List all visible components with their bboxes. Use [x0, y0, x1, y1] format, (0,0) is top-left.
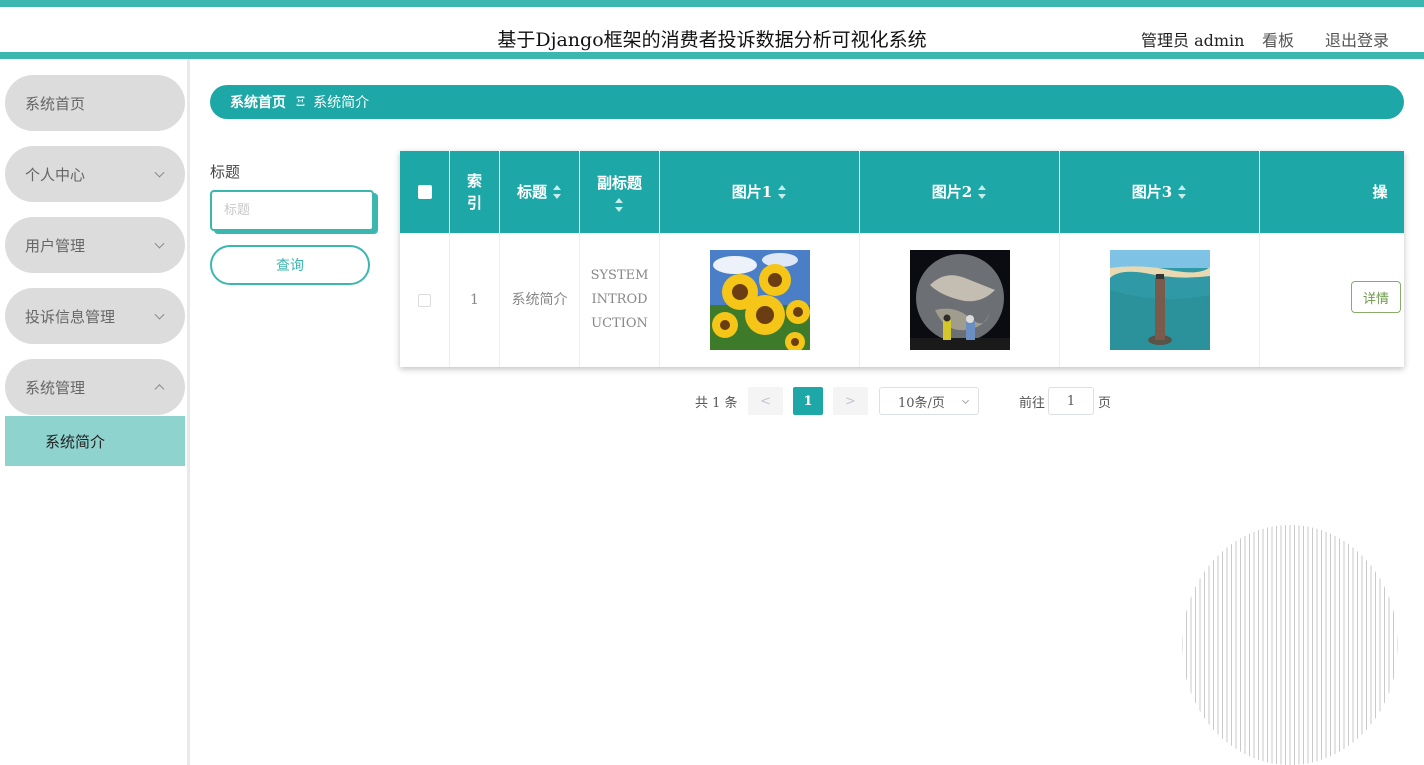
row-select-cell [400, 233, 450, 367]
column-header-pic3-label: 图片3 [1131, 183, 1173, 201]
pagination-page-1[interactable]: 1 [793, 387, 823, 415]
column-header-index-line2: 引 [466, 194, 482, 212]
sidebar-item-system-management[interactable]: 系统管理 [5, 359, 185, 415]
sidebar-item-label: 投诉信息管理 [25, 307, 116, 326]
page-size-select[interactable]: 10条/页 [879, 387, 979, 415]
data-table: 索 引 标题 副标题 图片1 图片2 图片3 操 1 系统简介 SYSTEM I… [400, 151, 1404, 367]
goto-page-input[interactable] [1048, 387, 1094, 415]
breadcrumb-separator-icon: Ξ [296, 94, 306, 110]
column-header-action-label: 操 [1372, 183, 1388, 201]
column-header-pic1-label: 图片1 [731, 183, 773, 201]
sidebar-item-home[interactable]: 系统首页 [5, 75, 185, 131]
chevron-up-icon [154, 384, 165, 395]
breadcrumb: 系统首页 Ξ 系统简介 [210, 85, 1404, 119]
chevron-down-icon [154, 309, 165, 320]
search-title-label: 标题 [210, 163, 241, 181]
search-button[interactable]: 查询 [210, 245, 370, 285]
row-title: 系统简介 [500, 233, 580, 367]
current-user-label: 管理员 admin [1141, 31, 1245, 50]
select-all-checkbox[interactable] [417, 185, 432, 199]
sunflower-image[interactable] [709, 250, 810, 350]
pagination-prev-button[interactable]: < [748, 387, 783, 415]
column-header-title[interactable]: 标题 [500, 151, 580, 233]
select-all-cell [400, 151, 450, 233]
row-subtitle: SYSTEM INTROD UCTION [580, 233, 660, 367]
sort-icon[interactable] [553, 185, 562, 199]
row-pic1-cell [660, 233, 860, 367]
sort-icon[interactable] [978, 185, 987, 199]
table-header: 索 引 标题 副标题 图片1 图片2 图片3 操 [400, 151, 1404, 233]
column-header-subtitle[interactable]: 副标题 [580, 151, 660, 233]
sidebar-item-label: 系统管理 [25, 378, 86, 397]
goto-label: 前往 [1019, 396, 1046, 411]
decorative-striped-circle [1182, 525, 1398, 765]
sidebar-item-complaint-management[interactable]: 投诉信息管理 [5, 288, 185, 344]
row-index: 1 [450, 233, 500, 367]
sidebar-subitem-system-intro[interactable]: 系统简介 [5, 416, 185, 466]
sidebar-item-label: 用户管理 [25, 236, 86, 255]
sort-icon[interactable] [615, 198, 624, 212]
sidebar-item-label: 系统首页 [25, 94, 86, 113]
column-header-pic2[interactable]: 图片2 [860, 151, 1060, 233]
column-header-pic2-label: 图片2 [931, 183, 973, 201]
row-subtitle-line: UCTION [591, 316, 648, 331]
detail-button[interactable]: 详情 [1351, 281, 1401, 313]
dashboard-link[interactable]: 看板 [1262, 27, 1294, 51]
sidebar-item-label: 个人中心 [25, 165, 86, 184]
row-pic3-cell [1060, 233, 1260, 367]
column-header-subtitle-label: 副标题 [596, 174, 642, 192]
column-header-title-label: 标题 [516, 183, 547, 201]
chevron-down-icon [154, 238, 165, 249]
column-header-index-line1: 索 [466, 172, 482, 190]
earth-image[interactable] [909, 250, 1010, 350]
column-header-index: 索 引 [450, 151, 500, 233]
chevron-down-icon [154, 167, 165, 178]
row-subtitle-line: INTROD [591, 292, 648, 307]
header-bottom-strip [0, 52, 1424, 59]
sort-icon[interactable] [778, 185, 787, 199]
pagination-next-button[interactable]: > [833, 387, 868, 415]
sort-icon[interactable] [1178, 185, 1187, 199]
breadcrumb-home[interactable]: 系统首页 [230, 92, 286, 112]
row-checkbox[interactable] [418, 293, 431, 307]
row-subtitle-line: SYSTEM [590, 268, 649, 283]
sidebar-item-personal-center[interactable]: 个人中心 [5, 146, 185, 202]
column-header-action: 操 [1260, 151, 1404, 233]
logout-link[interactable]: 退出登录 [1325, 27, 1389, 51]
row-pic2-cell [860, 233, 1060, 367]
pagination-total: 共 1 条 [695, 396, 738, 411]
sidebar: 系统首页 个人中心 用户管理 投诉信息管理 系统管理 系统简介 [0, 59, 190, 765]
lighthouse-image[interactable] [1109, 250, 1210, 350]
chevron-down-icon [961, 396, 970, 405]
top-accent-strip [0, 0, 1424, 7]
breadcrumb-current: 系统简介 [313, 95, 370, 111]
sidebar-item-user-management[interactable]: 用户管理 [5, 217, 185, 273]
column-header-pic1[interactable]: 图片1 [660, 151, 860, 233]
goto-suffix: 页 [1098, 396, 1112, 411]
page-size-value: 10条/页 [898, 395, 945, 411]
table-row: 1 系统简介 SYSTEM INTROD UCTION 详情 [400, 233, 1404, 367]
search-title-input[interactable] [210, 190, 374, 231]
header: 基于Django框架的消费者投诉数据分析可视化系统 管理员 admin 看板 退… [0, 7, 1424, 52]
column-header-pic3[interactable]: 图片3 [1060, 151, 1260, 233]
